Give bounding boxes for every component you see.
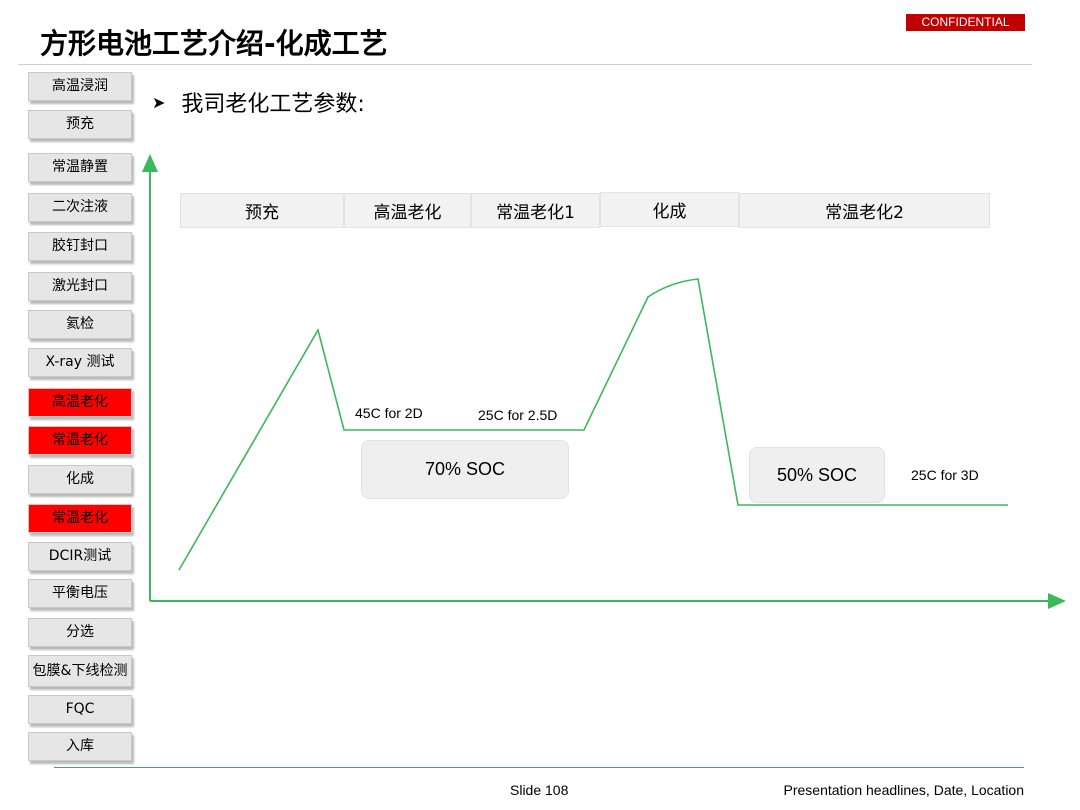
footer-divider bbox=[54, 767, 1024, 768]
phase-label: 高温老化 bbox=[344, 193, 471, 228]
phase-label: 化成 bbox=[600, 192, 739, 227]
footer-text: Presentation headlines, Date, Location bbox=[783, 782, 1025, 798]
phase-label: 常温老化2 bbox=[739, 193, 990, 228]
aging-profile-diagram bbox=[142, 154, 1066, 609]
annotation-high-temp-aging: 45C for 2D bbox=[355, 405, 423, 421]
soc-box-after-formation: 50% SOC bbox=[749, 447, 885, 503]
soc-box-aging: 70% SOC bbox=[361, 440, 569, 499]
phase-label: 预充 bbox=[180, 193, 344, 228]
phase-label: 常温老化1 bbox=[471, 193, 600, 228]
annotation-room-temp-aging-2: 25C for 3D bbox=[911, 467, 979, 483]
annotation-room-temp-aging-1: 25C for 2.5D bbox=[478, 407, 558, 423]
slide-number: Slide 108 bbox=[510, 782, 569, 798]
voltage-profile-curve bbox=[178, 278, 1008, 571]
